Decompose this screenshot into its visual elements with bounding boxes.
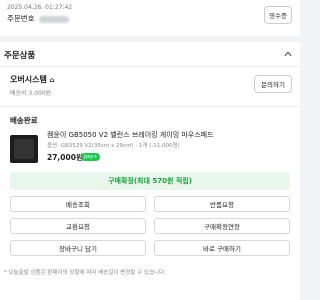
inquiry-button[interactable]: 문의하기 bbox=[254, 75, 292, 93]
seller-name-text: 오버시스템 bbox=[10, 75, 47, 84]
order-header: 2025.04.26. 01:27:42 주문번호 영수증 bbox=[0, 0, 300, 36]
order-number: 주문번호 bbox=[7, 13, 69, 24]
order-date: 2025.04.26. 01:27:42 bbox=[7, 4, 73, 11]
add-to-cart-button[interactable]: 장바구니 담기 bbox=[10, 240, 146, 256]
home-icon: ⌂ bbox=[49, 76, 55, 84]
buy-now-button[interactable]: 바로 구매하기 bbox=[154, 240, 290, 256]
product-price: 27,000원 bbox=[47, 153, 83, 162]
delivery-status: 배송완료 bbox=[10, 116, 38, 125]
track-delivery-button[interactable]: 배송조회 bbox=[10, 196, 146, 212]
exchange-request-button[interactable]: 교환요청 bbox=[10, 218, 146, 234]
product-name[interactable]: 켐윤이 GB5050 V2 밸런스 브레이킹 게이밍 마우스패드 bbox=[47, 130, 214, 140]
confirm-purchase-button[interactable]: 구매확정(최대 570원 적립) bbox=[10, 172, 290, 190]
seller-row: 오버시스템 ⌂ 배송비 3,000원 문의하기 bbox=[0, 66, 300, 106]
order-items-title: 주문상품 bbox=[4, 51, 36, 61]
shipping-notice: * 오늘출발 상품은 판매자의 상황에 따라 배송일이 변경될 수 있습니다. bbox=[0, 262, 300, 300]
order-number-label: 주문번호 bbox=[7, 14, 35, 23]
return-request-button[interactable]: 반품요청 bbox=[154, 196, 290, 212]
order-items-header[interactable]: 주문상품 bbox=[0, 42, 300, 66]
product-thumbnail[interactable] bbox=[10, 135, 38, 163]
product-option: 옵션: GB3529 V2(35cm x 29cm) · 1개 (-11,000… bbox=[47, 143, 180, 149]
shipping-fee: 배송비 3,000원 bbox=[10, 90, 52, 97]
shipping-notice-text: * 오늘출발 상품은 판매자의 상황에 따라 배송일이 변경될 수 있습니다. bbox=[4, 270, 166, 276]
chevron-up-icon bbox=[284, 51, 292, 56]
extend-confirm-button[interactable]: 구매확정연장 bbox=[154, 218, 290, 234]
receipt-button[interactable]: 영수증 bbox=[264, 6, 292, 24]
pay-plus-badge: pay+ bbox=[81, 153, 101, 161]
seller-name[interactable]: 오버시스템 ⌂ bbox=[10, 74, 55, 85]
order-number-redacted bbox=[39, 15, 69, 23]
